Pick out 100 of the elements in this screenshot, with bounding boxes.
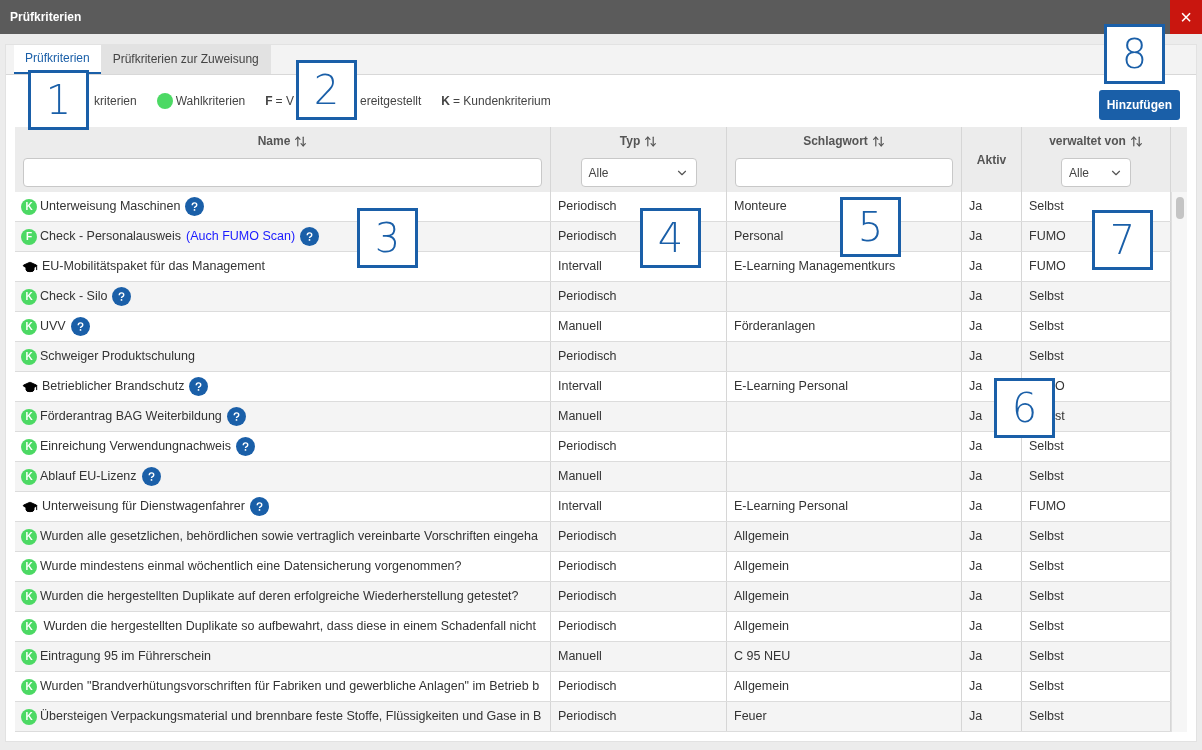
legend-label: Wahlkriterien — [175, 93, 246, 110]
table-cell-text: Ja — [969, 438, 983, 456]
tab[interactable]: Prüfkriterien zur Zuweisung — [100, 45, 271, 74]
close-button[interactable]: × — [1170, 0, 1202, 34]
filter-dropdown[interactable]: Alle — [580, 158, 697, 187]
table-cell-text: Selbst — [1029, 558, 1064, 576]
criterion-badge: K — [21, 588, 37, 605]
table-cell-text: Selbst — [1029, 438, 1064, 456]
table-cell-text: Ja — [969, 408, 983, 426]
criterion-badge: K — [21, 558, 37, 575]
help-icon[interactable] — [112, 287, 132, 306]
table-cell-text: Intervall — [558, 258, 602, 276]
table-cell-text: Ja — [969, 498, 983, 516]
table-cell-text: Selbst — [1029, 678, 1064, 696]
legend-label: = V — [275, 93, 294, 110]
column-header[interactable]: Typ — [619, 132, 641, 150]
table-cell-text: Periodisch — [558, 678, 617, 696]
criterion-name: Check - Silo — [40, 288, 108, 306]
table-cell-text: Periodisch — [558, 558, 617, 576]
table-cell-text: Periodisch — [558, 528, 617, 546]
help-icon[interactable] — [236, 437, 256, 456]
table-cell-text: Ja — [969, 348, 983, 366]
help-icon[interactable] — [300, 227, 320, 246]
criterion-badge: K — [21, 708, 37, 725]
legend-key: F — [265, 92, 273, 110]
criterion-name: UVV — [40, 318, 66, 336]
criterion-name: Check - Personalausweis — [40, 228, 182, 246]
help-icon[interactable] — [70, 317, 90, 336]
column-header[interactable]: Schlagwort — [803, 132, 868, 150]
table-cell-text: Ja — [969, 468, 983, 486]
criterion-name: Unterweisung Maschinen — [40, 198, 181, 216]
table-cell-text: O — [1055, 378, 1065, 396]
filter-dropdown[interactable]: Alle — [1061, 158, 1131, 187]
sort-icon[interactable] — [871, 134, 885, 148]
tab[interactable]: Prüfkriterien — [14, 45, 101, 74]
criterion-badge: K — [21, 288, 37, 305]
table-cell-text: E-Learning Personal — [734, 378, 848, 396]
sort-icon[interactable] — [294, 134, 308, 148]
table-cell-text: Allgemein — [734, 528, 789, 546]
callout-number: 4 — [640, 208, 701, 268]
fumo-scan-link[interactable]: (Auch FUMO Scan) — [186, 227, 296, 246]
criterion-badge: K — [21, 648, 37, 665]
table-cell-text: Selbst — [1029, 348, 1064, 366]
callout-number: 6 — [994, 378, 1055, 438]
legend-label: kriterien — [94, 93, 137, 110]
criterion-name: Übersteigen Verpackungsmaterial und brennbare feste Stoffe, Flüssigkeiten und Gase in B — [40, 708, 542, 726]
criterion-name: Wurde mindestens einmal wöchentlich eine Datensicherung vorgenommen? — [40, 558, 462, 576]
criterion-name: Einreichung Verwendungnachweis — [40, 438, 232, 456]
table-cell-text: Förderanlagen — [734, 318, 816, 336]
table-cell-text: Selbst — [1029, 318, 1064, 336]
table-cell-text: Manuell — [558, 408, 602, 426]
table-cell-text: Ja — [969, 228, 983, 246]
legend-label: ereitgestellt — [359, 93, 422, 110]
table-cell-text: Ja — [969, 558, 983, 576]
table-cell-text: Periodisch — [558, 708, 617, 726]
table-cell-text: Manuell — [558, 468, 602, 486]
scrollbar[interactable] — [1171, 192, 1187, 732]
help-icon[interactable] — [141, 467, 161, 486]
table-cell-text: Selbst — [1029, 648, 1064, 666]
table-cell-text: FUMO — [1029, 258, 1066, 276]
table-cell-text: Feuer — [734, 708, 767, 726]
criterion-badge: K — [21, 618, 37, 635]
callout-number: 2 — [296, 60, 357, 120]
table-cell-text: Manuell — [558, 318, 602, 336]
table-cell-text: Periodisch — [558, 198, 617, 216]
table-cell-text: Monteure — [734, 198, 787, 216]
help-icon[interactable] — [249, 497, 269, 516]
help-icon[interactable] — [189, 377, 209, 396]
filter-field[interactable] — [23, 158, 542, 187]
sort-icon[interactable] — [644, 134, 658, 148]
table-cell-text: Ja — [969, 288, 983, 306]
filter-field[interactable] — [735, 158, 953, 187]
criterion-name: Wurden "Brandverhütungsvorschriften für Fabriken und gewerbliche Anlagen" im Betrieb b — [40, 678, 540, 696]
table-cell-text: Manuell — [558, 648, 602, 666]
column-header[interactable]: Name — [257, 132, 291, 150]
add-button[interactable]: Hinzufügen — [1098, 90, 1180, 120]
criterion-name: Wurden die hergestellten Duplikate auf deren erfolgreiche Wiederherstellung getestet? — [40, 588, 519, 606]
table-cell-text: Personal — [734, 228, 784, 246]
criterion-badge: K — [21, 678, 37, 695]
criterion-name: Eintragung 95 im Führerschein — [40, 648, 211, 666]
criterion-name: Betrieblicher Brandschutz — [42, 378, 185, 396]
column-header: Aktiv — [976, 151, 1007, 169]
criterion-badge: K — [21, 438, 37, 455]
table-cell-text: Periodisch — [558, 618, 617, 636]
criterion-name: Wurden alle gesetzlichen, behördlichen sowie vertraglich vereinbarte Vorschriften eingeha — [40, 528, 538, 546]
column-header[interactable]: verwaltet von — [1049, 132, 1126, 150]
criterion-name: Unterweisung für Dienstwagenfahrer — [42, 498, 245, 516]
table-cell-text: Allgemein — [734, 618, 789, 636]
table-cell-text: Selbst — [1029, 528, 1064, 546]
criterion-badge: K — [21, 318, 37, 335]
criterion-badge: K — [21, 348, 37, 365]
table-cell-text: C 95 NEU — [734, 648, 791, 666]
criterion-name: Wurden die hergestellten Duplikate so aufbewahrt, dass diese in einem Schadenfall nicht — [42, 618, 536, 636]
table-cell-text: Selbst — [1029, 588, 1064, 606]
criterion-badge: F — [21, 228, 37, 245]
help-icon[interactable] — [185, 197, 205, 216]
table-cell-text: Ja — [969, 648, 983, 666]
help-icon[interactable] — [226, 407, 246, 426]
table-cell-text: Intervall — [558, 378, 602, 396]
sort-icon[interactable] — [1129, 134, 1143, 148]
